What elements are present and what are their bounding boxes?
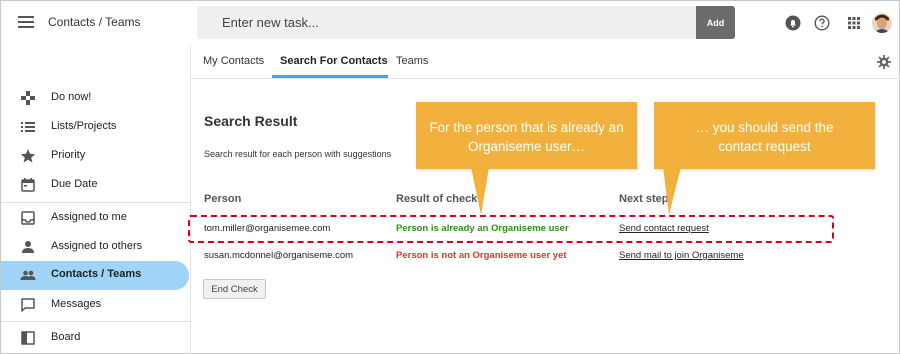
section-title: Search Result xyxy=(204,113,298,129)
callout-left: For the person that is already an Organi… xyxy=(416,102,637,169)
send-join-mail-link[interactable]: Send mail to join Organiseme xyxy=(619,250,744,261)
callout-right: … you should send the contact request xyxy=(654,102,875,169)
section-description: Search result for each person with sugge… xyxy=(204,149,392,159)
list-icon xyxy=(21,122,35,132)
tab-search-for-contacts[interactable]: Search For Contacts xyxy=(280,55,388,67)
notification-icon[interactable] xyxy=(785,15,801,31)
gamepad-icon xyxy=(21,91,35,105)
task-input[interactable] xyxy=(197,6,696,39)
task-entry: Add xyxy=(197,6,735,39)
inbox-icon xyxy=(21,211,35,225)
sidebar-item-priority[interactable]: Priority xyxy=(1,142,191,170)
sidebar-item-label: Assigned to me xyxy=(51,211,127,223)
people-icon xyxy=(20,270,36,280)
column-header-person: Person xyxy=(204,193,242,205)
sidebar-item-contacts-teams[interactable]: Contacts / Teams xyxy=(1,261,189,290)
sidebar-item-label: Contacts / Teams xyxy=(51,268,142,280)
page-title: Contacts / Teams xyxy=(48,15,141,29)
person-email: susan.mcdonnel@organiseme.com xyxy=(204,250,354,261)
sidebar-item-assigned-to-me[interactable]: Assigned to me xyxy=(1,204,191,232)
sidebar: Do now! Lists/Projects Priority Due Date xyxy=(1,45,191,354)
sidebar-item-due-date[interactable]: Due Date xyxy=(1,171,191,199)
sidebar-item-assigned-to-others[interactable]: Assigned to others xyxy=(1,233,191,261)
app-window: Contacts / Teams Add xyxy=(0,0,900,354)
person-email: tom.miller@organisemee.com xyxy=(204,223,331,234)
help-icon[interactable] xyxy=(814,15,830,31)
sidebar-item-messages[interactable]: Messages xyxy=(1,291,191,319)
add-task-button[interactable]: Add xyxy=(696,6,735,39)
message-icon xyxy=(21,298,35,312)
sidebar-item-label: Do now! xyxy=(51,91,92,103)
person-icon xyxy=(22,241,34,253)
top-bar: Contacts / Teams Add xyxy=(1,1,900,45)
sidebar-item-board[interactable]: Board xyxy=(1,324,191,352)
active-tab-indicator xyxy=(272,75,388,78)
sidebar-item-label: Lists/Projects xyxy=(51,120,117,132)
callout-right-pointer xyxy=(663,167,681,215)
star-icon xyxy=(20,149,36,163)
menu-icon[interactable] xyxy=(18,16,34,28)
sidebar-item-do-now[interactable]: Do now! xyxy=(1,84,191,112)
sidebar-item-label: Due Date xyxy=(51,178,98,190)
tab-bar: My Contacts Search For Contacts Teams xyxy=(191,45,900,79)
sidebar-item-label: Priority xyxy=(51,149,86,161)
sidebar-item-label: Messages xyxy=(51,298,102,310)
apps-grid-icon[interactable] xyxy=(846,15,862,31)
end-check-button[interactable]: End Check xyxy=(203,279,266,299)
sidebar-item-label: Board xyxy=(51,331,81,343)
gear-icon[interactable] xyxy=(877,55,891,69)
column-header-result: Result of check xyxy=(396,193,478,205)
result-status: Person is not an Organiseme user yet xyxy=(396,250,567,261)
tab-my-contacts[interactable]: My Contacts xyxy=(203,55,264,67)
board-icon xyxy=(21,331,35,345)
sidebar-item-label: Assigned to others xyxy=(51,240,143,252)
sidebar-item-lists-projects[interactable]: Lists/Projects xyxy=(1,113,191,141)
tab-teams[interactable]: Teams xyxy=(396,55,428,67)
calendar-icon xyxy=(21,178,35,192)
callout-left-pointer xyxy=(471,167,489,215)
sidebar-divider xyxy=(1,202,191,203)
avatar[interactable] xyxy=(872,13,892,33)
result-status: Person is already an Organiseme user xyxy=(396,223,569,234)
send-contact-request-link[interactable]: Send contact request xyxy=(619,223,709,234)
sidebar-divider xyxy=(1,321,191,322)
